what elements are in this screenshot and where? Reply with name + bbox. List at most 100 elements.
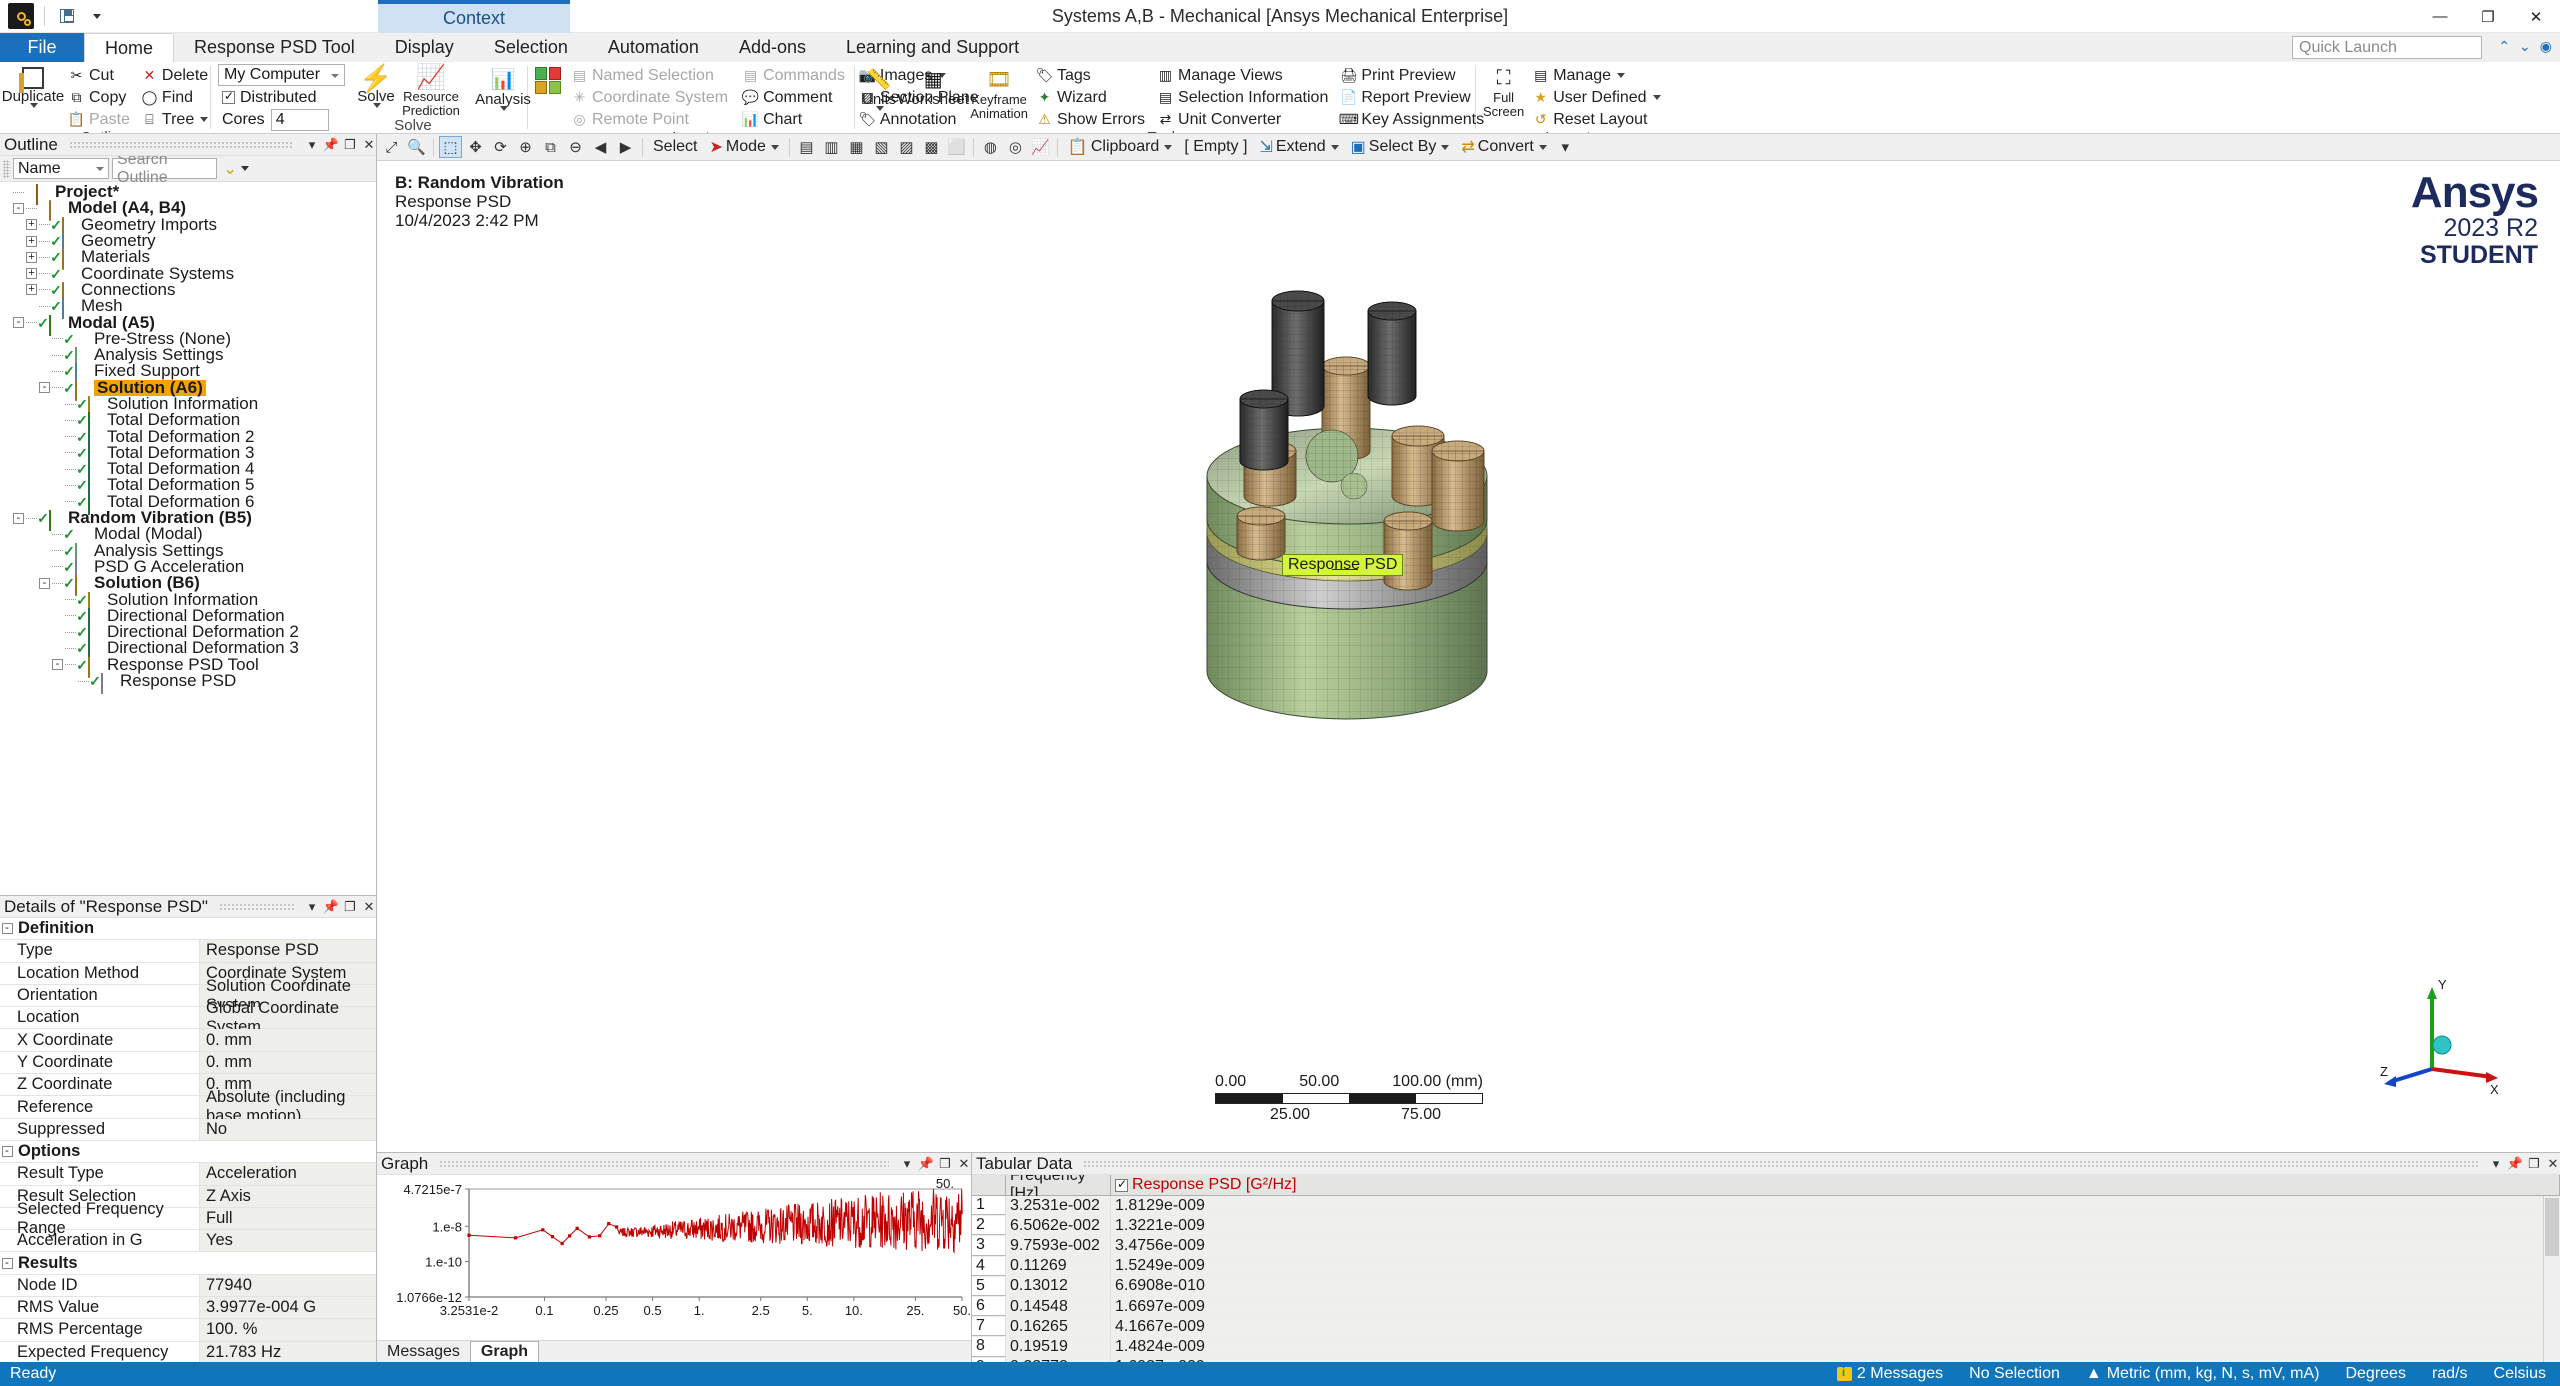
tree-button[interactable]: ⌸ Tree	[137, 109, 212, 130]
chevron-down-icon[interactable]	[770, 144, 779, 150]
tab-selection[interactable]: Selection	[474, 33, 588, 62]
close-icon[interactable]: ✕	[362, 899, 376, 915]
distributed-checkbox[interactable]: Distributed	[218, 87, 316, 108]
cell-frequency[interactable]: 0.16265	[1006, 1317, 1111, 1337]
tab-add-ons[interactable]: Add-ons	[719, 33, 826, 62]
face-select-icon[interactable]: ▥	[820, 136, 843, 158]
table-row[interactable]: 1 3.2531e-002 1.8129e-009	[972, 1196, 2560, 1217]
status-messages[interactable]: 2 Messages	[1836, 1365, 1943, 1383]
report-preview-button[interactable]: 📄 Report Preview	[1336, 87, 1488, 108]
table-row[interactable]: 4 0.11269 1.5249e-009	[972, 1256, 2560, 1277]
paste-button[interactable]: 📋 Paste	[64, 109, 134, 130]
section-expander[interactable]: -	[0, 918, 14, 939]
worksheet-button[interactable]: ▦ Worksheet	[897, 65, 968, 107]
key-assignments-button[interactable]: ⌨ Key Assignments	[1336, 109, 1488, 130]
show-errors-button[interactable]: ⚠ Show Errors	[1032, 109, 1149, 130]
chevron-down-icon[interactable]: ▾	[900, 1156, 914, 1172]
close-button[interactable]: ✕	[2512, 0, 2560, 33]
details-row[interactable]: Acceleration in G Yes	[0, 1230, 376, 1253]
unit-converter-button[interactable]: ⇄ Unit Converter	[1153, 109, 1332, 130]
keyframe-animation-button[interactable]: 🎞 Keyframe Animation	[970, 65, 1028, 120]
cell-frequency[interactable]: 3.2531e-002	[1006, 1196, 1111, 1216]
tags-button[interactable]: 🏷 Tags	[1032, 65, 1149, 86]
tab-graph[interactable]: Graph	[469, 1341, 540, 1362]
pin-icon[interactable]: 📌	[323, 899, 339, 915]
tree-item-solution-b6[interactable]: - ✓ Solution (B6)	[0, 574, 376, 597]
pin-icon[interactable]: 📌	[2507, 1156, 2523, 1172]
print-preview-button[interactable]: 🖨 Print Preview	[1336, 65, 1488, 86]
cores-input[interactable]: 4	[270, 109, 329, 131]
select-by-button[interactable]: ▣ Select By	[1346, 136, 1455, 158]
table-row[interactable]: 8 0.19519 1.4824e-009	[972, 1337, 2560, 1358]
convert-button[interactable]: ⇄ Convert	[1456, 136, 1551, 158]
details-value[interactable]: Response PSD	[200, 940, 376, 962]
minimize-button[interactable]: —	[2416, 0, 2464, 33]
details-value[interactable]: 3.9977e-004 G	[200, 1297, 376, 1319]
select-button[interactable]: Select	[648, 136, 702, 158]
context-tab[interactable]: Context	[378, 0, 570, 33]
details-value[interactable]: Absolute (including base motion)	[200, 1088, 376, 1125]
tab-home[interactable]: Home	[84, 33, 175, 62]
next-view-icon[interactable]: ▶	[614, 136, 637, 158]
magnifier-icon[interactable]: 🔍	[405, 136, 428, 158]
table-row[interactable]: 2 6.5062e-002 1.3221e-009	[972, 1216, 2560, 1237]
quick-launch-input[interactable]: Quick Launch	[2292, 36, 2482, 59]
toolbar-overflow-icon[interactable]: ▾	[1554, 136, 1577, 158]
tree-item-geometry-imports[interactable]: + ✓ Geometry Imports	[0, 216, 376, 238]
restore-icon[interactable]: ❐	[343, 137, 357, 153]
manage-layout-button[interactable]: ▤ Manage	[1528, 65, 1664, 86]
chevron-down-icon[interactable]	[500, 106, 508, 111]
close-icon[interactable]: ✕	[2546, 1156, 2560, 1172]
tree-expander[interactable]: +	[26, 235, 37, 247]
rotate-icon[interactable]: ⟳	[489, 136, 512, 158]
details-row[interactable]: Reference Absolute (including base motion…	[0, 1088, 376, 1125]
tree-expander[interactable]: -	[13, 317, 24, 329]
cell-response-psd[interactable]: 6.6908e-010	[1111, 1276, 2560, 1296]
previous-view-icon[interactable]: ◀	[589, 136, 612, 158]
probe-icon[interactable]: ◍	[979, 136, 1002, 158]
column-checkbox[interactable]	[1115, 1177, 1128, 1192]
details-row[interactable]: Type Response PSD	[0, 940, 376, 963]
details-row[interactable]: RMS Value 3.9977e-004 G	[0, 1297, 376, 1320]
tree-expander[interactable]: +	[26, 268, 37, 280]
table-row[interactable]: 5 0.13012 6.6908e-010	[972, 1276, 2560, 1297]
graph-icon[interactable]: 📈	[1029, 136, 1052, 158]
cell-frequency[interactable]: 0.13012	[1006, 1276, 1111, 1296]
close-icon[interactable]: ✕	[957, 1156, 971, 1172]
details-value[interactable]: Full	[200, 1207, 376, 1230]
table-row[interactable]: 90.227721.6927e-009	[972, 1357, 2560, 1362]
label-icon[interactable]: ◎	[1004, 136, 1027, 158]
node-select-icon[interactable]: ▧	[870, 136, 893, 158]
cell-response-psd[interactable]: 1.3221e-009	[1111, 1216, 2560, 1236]
section-expander[interactable]: -	[0, 1141, 14, 1162]
element-select-icon[interactable]: ▨	[895, 136, 918, 158]
tab-messages[interactable]: Messages	[377, 1341, 470, 1362]
select-cursor-icon[interactable]: ⬚	[439, 136, 462, 158]
tree-item-total-deformation[interactable]: ✓ Total Deformation	[0, 411, 376, 434]
details-section-results[interactable]: - Results	[0, 1252, 376, 1275]
cell-response-psd[interactable]: 1.8129e-009	[1111, 1196, 2560, 1216]
zoom-fit-icon[interactable]: ⤢	[380, 136, 403, 158]
details-row[interactable]: Suppressed No	[0, 1118, 376, 1141]
vertex-select-icon[interactable]: ▩	[920, 136, 943, 158]
tree-expander[interactable]: +	[26, 219, 37, 231]
details-row[interactable]: Expected Frequency 21.783 Hz	[0, 1341, 376, 1362]
tree-item-mesh[interactable]: ✓ Mesh	[0, 297, 376, 320]
wizard-button[interactable]: ✦ Wizard	[1032, 87, 1149, 108]
restore-icon[interactable]: ❐	[2527, 1156, 2541, 1172]
scrollbar-thumb[interactable]	[2545, 1198, 2559, 1256]
lightgreen-swatch-icon[interactable]	[549, 81, 561, 94]
ansys-gear-icon[interactable]	[8, 3, 34, 29]
details-row[interactable]: RMS Percentage 100. %	[0, 1319, 376, 1342]
tab-learning-and-support[interactable]: Learning and Support	[826, 33, 1039, 62]
user-defined-button[interactable]: ★ User Defined	[1528, 87, 1664, 108]
column-header-response-psd[interactable]: Response PSD [G²/Hz]	[1111, 1175, 2560, 1195]
save-icon[interactable]	[55, 4, 79, 28]
tab-file[interactable]: File	[0, 33, 84, 62]
chevron-down-icon[interactable]	[1652, 95, 1661, 100]
full-screen-button[interactable]: ⛶ Full Screen	[1483, 65, 1524, 118]
table-row[interactable]: 6 0.14548 1.6697e-009	[972, 1296, 2560, 1318]
cores-field[interactable]: Cores 4	[218, 109, 329, 131]
tree-item-project[interactable]: Project*	[0, 183, 376, 206]
tabular-data-body[interactable]: Frequency [Hz] Response PSD [G²/Hz] 13.2…	[972, 1175, 2560, 1362]
